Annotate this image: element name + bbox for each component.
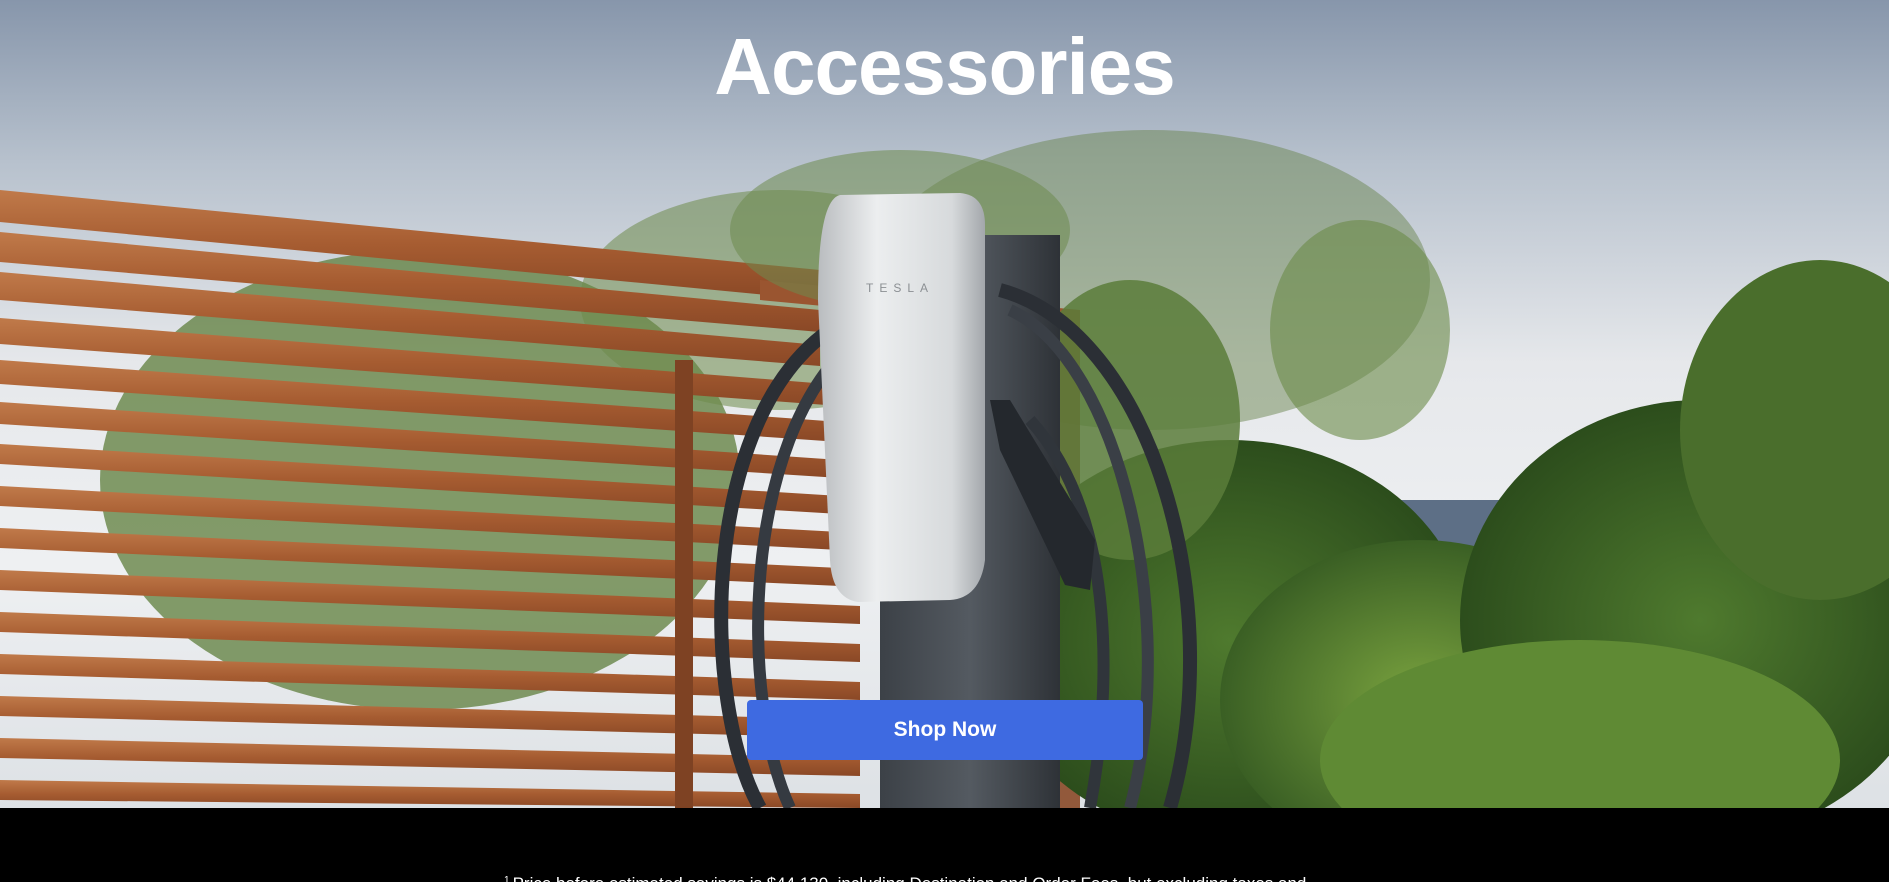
price-footnote: 1Price before estimated savings is $44,1… [504,870,1306,882]
footnote-marker: 1 [504,875,510,882]
hero-section: TESLA Accessories Shop Now [0,0,1889,808]
hero-image: TESLA [0,0,1889,808]
footer: 1Price before estimated savings is $44,1… [0,808,1889,882]
footnote-text: Price before estimated savings is $44,13… [513,874,1307,882]
tesla-logo-text: TESLA [866,281,934,295]
shop-now-button[interactable]: Shop Now [747,700,1143,760]
page-title: Accessories [714,22,1175,111]
